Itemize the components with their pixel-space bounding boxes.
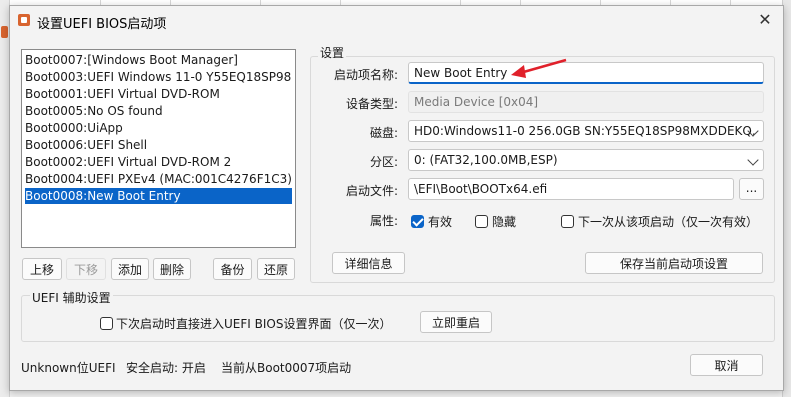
partition-label: 分区: [369, 155, 398, 169]
device-type-label: 设备类型: [345, 97, 398, 111]
enter-bios-checkbox-label: 下次启动时直接进入UEFI BIOS设置界面（仅一次） [116, 317, 392, 331]
app-icon [18, 14, 30, 26]
boot-entry-item[interactable]: Boot0004:UEFI PXEv4 (MAC:001C4276F1C3) [25, 171, 292, 187]
next-boot-checkbox[interactable] [561, 215, 574, 228]
device-type-field: Media Device [0x04] [408, 91, 764, 113]
details-button[interactable]: 详细信息 [332, 252, 405, 274]
move-up-button[interactable]: 上移 [22, 258, 62, 280]
boot-name-label: 启动项名称: [333, 68, 398, 82]
delete-button[interactable]: 删除 [153, 258, 191, 280]
hidden-checkbox-label: 隐藏 [492, 215, 517, 229]
boot-entry-item[interactable]: Boot0002:UEFI Virtual DVD-ROM 2 [25, 154, 292, 170]
firmware-status: Unknown位UEFI [21, 361, 116, 375]
settings-group-title: 设置 [318, 44, 347, 61]
chevron-down-icon [747, 154, 759, 166]
current-boot-status: 当前从Boot0007项启动 [221, 361, 352, 375]
browse-button[interactable]: ... [739, 178, 764, 200]
add-button[interactable]: 添加 [111, 258, 149, 280]
boot-file-label: 启动文件: [345, 184, 398, 198]
uefi-aux-group-title: UEFI 辅助设置 [30, 289, 113, 306]
secure-boot-status: 安全启动: 开启 [126, 361, 206, 375]
close-button[interactable]: ✕ [752, 9, 778, 31]
next-boot-checkbox-label: 下一次从该项启动（仅一次有效） [578, 215, 759, 229]
partition-select-value: 0: (FAT32,100.0MB,ESP) [414, 153, 558, 167]
boot-entry-item-selected[interactable]: Boot0008:New Boot Entry [25, 188, 292, 204]
disk-label: 磁盘: [369, 126, 398, 140]
title-bar[interactable]: 设置UEFI BIOS启动项 ✕ [10, 6, 783, 35]
boot-entry-item[interactable]: Boot0000:UiApp [25, 120, 292, 136]
boot-entry-item[interactable]: Boot0007:[Windows Boot Manager] [25, 52, 292, 68]
boot-entry-item[interactable]: Boot0005:No OS found [25, 103, 292, 119]
active-checkbox-label: 有效 [428, 215, 453, 229]
boot-file-input[interactable]: \EFI\Boot\BOOTx64.efi [408, 178, 734, 200]
boot-entry-item[interactable]: Boot0003:UEFI Windows 11-0 Y55EQ18SP98M. [25, 69, 292, 85]
move-down-button[interactable]: 下移 [66, 258, 106, 280]
attributes-label: 属性: [369, 214, 398, 228]
boot-entry-item[interactable]: Boot0001:UEFI Virtual DVD-ROM [25, 86, 292, 102]
restore-button[interactable]: 还原 [257, 258, 295, 280]
disk-select[interactable]: HD0:Windows11-0 256.0GB SN:Y55EQ18SP98MX… [408, 120, 764, 142]
boot-name-input[interactable]: New Boot Entry [408, 62, 764, 84]
uefi-boot-dialog: 设置UEFI BIOS启动项 ✕ Boot0007:[Windows Boot … [9, 5, 784, 391]
hidden-checkbox[interactable] [475, 215, 488, 228]
active-checkbox[interactable] [411, 215, 424, 228]
annotation-arrow-icon [511, 58, 567, 78]
boot-entry-item[interactable]: Boot0006:UEFI Shell [25, 137, 292, 153]
disk-select-value: HD0:Windows11-0 256.0GB SN:Y55EQ18SP98MX… [414, 124, 756, 138]
restart-now-button[interactable]: 立即重启 [420, 311, 492, 333]
backup-button[interactable]: 备份 [213, 258, 252, 280]
boot-entry-list[interactable]: Boot0007:[Windows Boot Manager] Boot0003… [21, 49, 296, 248]
dialog-title: 设置UEFI BIOS启动项 [37, 17, 167, 32]
partition-select[interactable]: 0: (FAT32,100.0MB,ESP) [408, 149, 764, 171]
enter-bios-checkbox[interactable] [100, 317, 113, 330]
app-logo-icon [1, 26, 8, 38]
cancel-button[interactable]: 取消 [690, 354, 763, 376]
save-boot-entry-button[interactable]: 保存当前启动项设置 [585, 252, 763, 274]
